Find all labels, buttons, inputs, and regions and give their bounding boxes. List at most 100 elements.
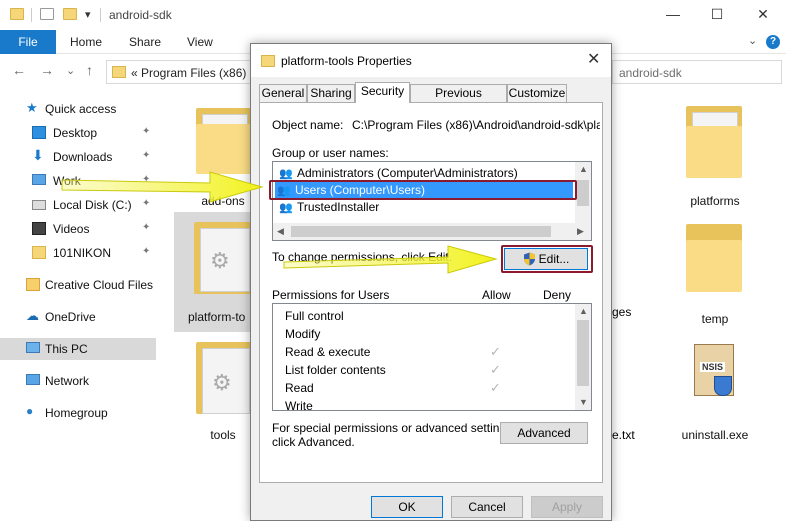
close-button[interactable]: ✕: [748, 4, 778, 24]
apply-button[interactable]: Apply: [531, 496, 603, 518]
forward-button[interactable]: →: [40, 62, 54, 78]
properties-icon[interactable]: [40, 8, 54, 20]
scroll-thumb[interactable]: [291, 226, 551, 237]
pin-icon[interactable]: ✦: [142, 246, 150, 257]
pin-icon[interactable]: ✦: [142, 126, 150, 137]
permissions-listbox[interactable]: Full control Modify Read & execute ✓ Lis…: [272, 303, 592, 411]
sidebar-item-label: Work: [53, 174, 81, 188]
permission-name: List folder contents: [285, 363, 386, 377]
back-button[interactable]: ←: [12, 62, 26, 78]
sidebar-item-network[interactable]: Network: [0, 370, 156, 392]
ribbon-expand-chevron-icon[interactable]: ⌄: [748, 34, 757, 47]
object-name-label: Object name:: [272, 118, 344, 132]
sidebar-item-videos[interactable]: Videos ✦: [0, 218, 156, 240]
permissions-for-label: Permissions for Users: [272, 288, 390, 302]
pin-icon[interactable]: ✦: [142, 150, 150, 161]
maximize-button[interactable]: ☐: [702, 4, 732, 24]
sidebar-item-creative-cloud[interactable]: Creative Cloud Files: [0, 274, 156, 296]
pin-icon[interactable]: ✦: [142, 198, 150, 209]
cloud-icon: ☁: [26, 308, 39, 323]
tab-general[interactable]: General: [259, 84, 307, 102]
object-name-value: C:\Program Files (x86)\Android\android-s…: [352, 118, 600, 132]
scroll-up-icon[interactable]: ▲: [579, 164, 588, 174]
scroll-thumb[interactable]: [577, 180, 589, 206]
change-permissions-text: To change permissions, click Edit.: [272, 250, 453, 264]
quick-access-toolbar-chevron[interactable]: ▾: [85, 8, 91, 21]
file-label-partial: ges: [612, 305, 632, 319]
tab-security[interactable]: Security: [355, 82, 410, 103]
pin-icon[interactable]: ✦: [142, 222, 150, 233]
list-item[interactable]: 👥 TrustedInstaller: [277, 199, 577, 216]
download-icon: ⬇: [32, 147, 44, 163]
groups-horizontal-scrollbar[interactable]: ◀ ▶: [273, 223, 591, 240]
folder-front: [686, 240, 742, 292]
file-tile-temp[interactable]: temp: [670, 218, 760, 328]
folder-icon: [10, 8, 24, 20]
star-icon: ★: [26, 100, 38, 115]
sidebar-item-label: Network: [45, 374, 90, 388]
special-permissions-text: click Advanced.: [272, 435, 355, 449]
sidebar-item-homegroup[interactable]: ● Homegroup: [0, 402, 156, 424]
address-bar[interactable]: « Program Files (x86): [106, 60, 252, 84]
advanced-button[interactable]: Advanced: [500, 422, 588, 444]
minimize-button[interactable]: —: [658, 4, 688, 24]
gear-icon: ⚙: [212, 370, 232, 395]
sidebar-item-work[interactable]: Work ✦: [0, 170, 156, 192]
tab-file[interactable]: File: [0, 30, 56, 54]
scroll-right-icon[interactable]: ▶: [577, 226, 584, 237]
sidebar-item-label: Local Disk (C:): [53, 198, 132, 212]
scroll-left-icon[interactable]: ◀: [277, 226, 284, 237]
sidebar-item-label: Creative Cloud Files: [45, 278, 154, 292]
allow-check-icon: ✓: [490, 344, 501, 359]
search-input[interactable]: android-sdk: [612, 60, 782, 84]
groups-listbox[interactable]: 👥 Administrators (Computer\Administrator…: [272, 161, 592, 241]
dialog-titlebar: platform-tools Properties ✕: [251, 44, 611, 77]
cancel-button[interactable]: Cancel: [451, 496, 523, 518]
creative-cloud-icon: [26, 278, 40, 291]
homegroup-icon: ●: [26, 404, 34, 418]
permission-name: Full control: [285, 309, 344, 323]
network-icon: [26, 374, 40, 385]
groups-label: Group or user names:: [272, 146, 389, 160]
permissions-vertical-scrollbar[interactable]: ▲ ▼: [575, 304, 591, 410]
tab-customize[interactable]: Customize: [507, 84, 567, 102]
installer-logo-text: NSIS: [700, 362, 726, 372]
sidebar-item-desktop[interactable]: Desktop ✦: [0, 122, 156, 144]
tab-sharing[interactable]: Sharing: [307, 84, 355, 102]
gear-icon: ⚙: [210, 248, 230, 273]
file-tile-platform-tools[interactable]: ⚙ platform-to: [174, 212, 256, 332]
sidebar-item-quick-access[interactable]: ★ Quick access: [0, 98, 156, 120]
tab-previous-versions[interactable]: Previous Versions: [410, 84, 507, 116]
up-button[interactable]: ↑: [86, 62, 93, 78]
security-tab-page: Object name: C:\Program Files (x86)\Andr…: [259, 102, 603, 483]
scroll-thumb[interactable]: [577, 320, 589, 386]
users-icon: 👥: [279, 168, 293, 180]
help-icon[interactable]: ?: [766, 35, 780, 49]
screen: ▾ android-sdk — ☐ ✕ File Home Share View…: [0, 0, 786, 521]
sidebar-item-label: 101NIKON: [53, 246, 112, 260]
file-tile-platforms[interactable]: platforms: [670, 100, 760, 210]
sidebar-item-label: This PC: [45, 342, 88, 356]
recent-locations-chevron-icon[interactable]: ⌄: [66, 64, 75, 77]
ok-button[interactable]: OK: [371, 496, 443, 518]
sidebar-item-onedrive[interactable]: ☁ OneDrive: [0, 306, 156, 328]
file-label: temp: [701, 312, 729, 326]
tab-share[interactable]: Share: [129, 30, 161, 54]
permission-name: Modify: [285, 327, 321, 341]
sidebar-item-101nikon[interactable]: 101NIKON ✦: [0, 242, 156, 264]
scroll-up-icon[interactable]: ▲: [579, 306, 588, 316]
tab-home[interactable]: Home: [70, 30, 102, 54]
scroll-down-icon[interactable]: ▼: [579, 397, 588, 407]
sidebar-item-local-disk[interactable]: Local Disk (C:) ✦: [0, 194, 156, 216]
tab-view[interactable]: View: [187, 30, 213, 54]
folder-front: [196, 124, 252, 174]
sidebar-item-this-pc[interactable]: This PC: [0, 338, 156, 360]
sidebar-item-downloads[interactable]: ⬇ Downloads ✦: [0, 146, 156, 168]
allow-check-icon: ✓: [490, 380, 501, 395]
groups-vertical-scrollbar[interactable]: ▲: [575, 162, 591, 223]
file-tile-uninstall[interactable]: NSIS uninstall.exe: [670, 330, 760, 442]
dialog-close-button[interactable]: ✕: [587, 49, 600, 69]
pin-icon[interactable]: ✦: [142, 174, 150, 185]
new-folder-icon[interactable]: [63, 8, 77, 20]
group-name: Administrators (Computer\Administrators): [297, 166, 518, 180]
